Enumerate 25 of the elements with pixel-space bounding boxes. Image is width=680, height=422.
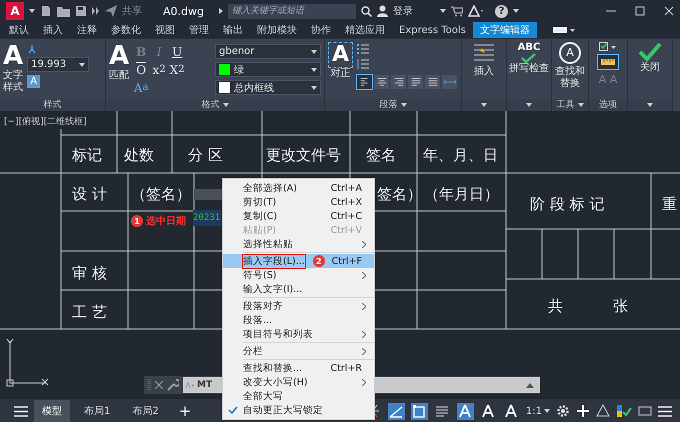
drawing-text: 张 [613,296,628,316]
drawing-text: 审 核 [72,263,107,283]
drawing-text: 共 [548,296,563,316]
drawing-text: 年、月、日 [423,145,498,165]
drawing-text: 更改文件号 [266,145,341,165]
panel-title: 工具 [556,99,574,111]
step-badge: 2 [312,255,325,267]
file-name: A0.dwg [163,4,204,18]
drawing-text: 签名 [366,145,396,165]
panel-title: 样式 [0,99,105,111]
drawing-text: 工 艺 [72,302,107,322]
annotation-text: 选中日期 [146,214,186,228]
panel-title: 格式 [202,99,220,111]
drawing-text: 处数 [124,145,154,165]
drawing-text: 标记 [72,145,102,165]
drawing-text: 签名） [377,184,422,204]
step-badge: 1 [131,215,143,227]
drawing-text: 阶 段 标 记 [530,194,604,214]
drawing-text: 重 [662,194,677,214]
drawing-text: 分 区 [188,145,223,165]
drawing-text: （年月日） [424,184,499,204]
panel-title: 段落 [380,99,398,111]
panel-title: 选项 [589,99,627,111]
drawing-text: （签名） [131,184,191,204]
drawing-text: 设 计 [72,184,107,204]
